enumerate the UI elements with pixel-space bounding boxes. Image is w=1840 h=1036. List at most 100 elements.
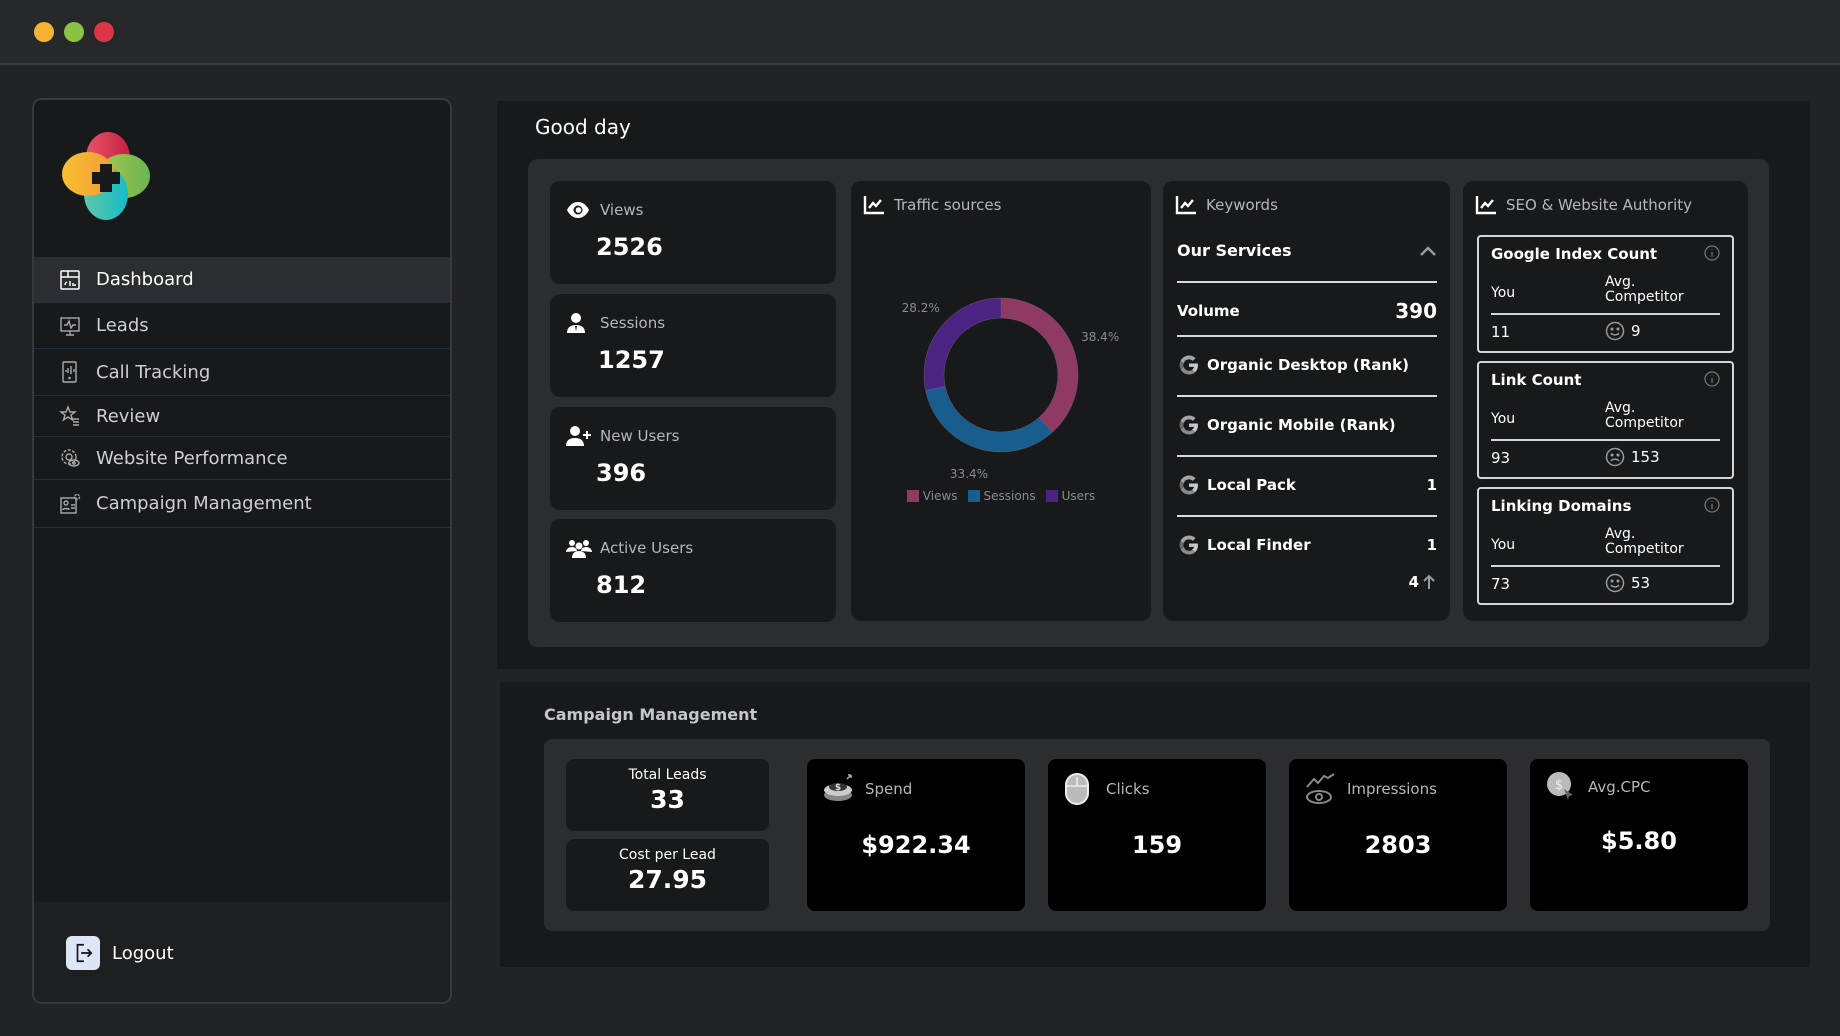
sidebar-nav: Dashboard Leads Call Tracking Review Web…	[34, 257, 450, 902]
seo-authority-card: SEO & Website Authority Google Index Cou…	[1463, 181, 1748, 621]
keyword-change: 4	[1409, 573, 1436, 591]
metric-label: Spend	[865, 780, 913, 798]
sidebar-item-call-tracking[interactable]: Call Tracking	[34, 349, 450, 396]
donut-slice-views[interactable]	[1000, 297, 1079, 433]
logout-button[interactable]: Logout	[66, 936, 174, 970]
campaign-metrics-container: Total Leads 33 Cost per Lead 27.95 $ Spen…	[544, 739, 1770, 931]
metric-value: 2803	[1364, 831, 1432, 859]
sidebar-item-review[interactable]: Review	[34, 396, 450, 437]
campaign-management-panel: Campaign Management Total Leads 33 Cost …	[500, 682, 1810, 967]
divider	[1491, 565, 1720, 567]
donut-label-views: 38.4%	[1081, 329, 1120, 344]
app-logo-icon	[62, 132, 150, 220]
legend-label: Sessions	[983, 489, 1036, 503]
sidebar-item-label: Website Performance	[96, 447, 288, 469]
google-icon	[1179, 535, 1198, 555]
seo-box-title: Linking Domains	[1491, 497, 1632, 515]
stat-card-views: Views 2526	[550, 181, 836, 284]
user-plus-icon	[566, 425, 592, 447]
section-title: Our Services	[1177, 241, 1292, 260]
keywords-card: Keywords Our Services Volume 390 Organic…	[1163, 181, 1450, 621]
legend-item-views[interactable]: Views	[906, 489, 958, 503]
metric-value: $5.80	[1601, 827, 1677, 855]
volume-value: 390	[1395, 299, 1437, 323]
cost-per-lead-value: 27.95	[627, 865, 708, 894]
seo-box-title: Link Count	[1491, 371, 1582, 389]
seo-box-link-count: Link Count You Avg. Competitor 93 153	[1477, 361, 1734, 479]
metric-card-clicks: Clicks 159	[1048, 759, 1266, 911]
keyword-row: Local Finder 1	[1177, 515, 1437, 573]
sidebar-item-leads[interactable]: Leads	[34, 303, 450, 349]
sidebar-footer: Logout	[34, 902, 450, 1002]
seo-box-linking-domains: Linking Domains You Avg. Competitor 73 5…	[1477, 487, 1734, 605]
volume-label: Volume	[1177, 302, 1240, 320]
donut-slice-sessions[interactable]	[925, 386, 1053, 453]
info-icon[interactable]	[1704, 245, 1720, 261]
metric-label: Clicks	[1106, 780, 1150, 798]
sidebar-item-website-performance[interactable]: Website Performance	[34, 437, 450, 480]
smile-icon	[1605, 573, 1625, 593]
coin-cursor-icon: $	[1546, 771, 1578, 803]
mouse-icon	[1064, 773, 1096, 805]
sidebar-item-dashboard[interactable]: Dashboard	[34, 257, 450, 303]
legend-item-sessions[interactable]: Sessions	[967, 489, 1036, 503]
stat-label: Active Users	[600, 539, 694, 557]
stats-container: Views 2526 Sessions 1257 New Users 396 A…	[528, 159, 1769, 647]
stat-card-sessions: Sessions 1257	[550, 294, 836, 397]
legend-item-users[interactable]: Users	[1045, 489, 1096, 503]
divider	[1491, 313, 1720, 315]
section-title: Campaign Management	[544, 705, 758, 724]
you-label: You	[1491, 411, 1516, 427]
svg-text:$: $	[1555, 778, 1563, 793]
metric-card-spend: $ Spend $922.34	[807, 759, 1025, 911]
stat-card-active-users: Active Users 812	[550, 519, 836, 622]
google-icon	[1179, 475, 1198, 495]
eye-icon	[566, 199, 592, 221]
sidebar-item-label: Campaign Management	[96, 493, 312, 514]
stat-label: Sessions	[600, 314, 666, 332]
you-label: You	[1491, 537, 1516, 553]
you-value: 11	[1491, 323, 1511, 341]
sidebar-item-campaign-management[interactable]: Campaign Management	[34, 480, 450, 528]
line-chart-icon	[1475, 196, 1496, 215]
keyword-label: Local Pack	[1207, 476, 1296, 494]
metric-card-avg-cpc: $ Avg.CPC $5.80	[1530, 759, 1748, 911]
minimize-button[interactable]	[34, 22, 54, 42]
legend-swatch	[967, 490, 980, 502]
star-list-icon	[58, 404, 82, 428]
arrow-up-icon	[1423, 574, 1435, 589]
legend-label: Views	[922, 489, 958, 503]
keyword-value: 1	[1426, 476, 1437, 494]
divider	[1491, 439, 1720, 441]
card-title: SEO & Website Authority	[1506, 196, 1693, 214]
gear-eye-icon	[58, 446, 82, 470]
legend-label: Users	[1061, 489, 1096, 503]
avg-competitor-label: Avg. Competitor	[1605, 526, 1684, 557]
traffic-sources-card: Traffic sources 38.4% 33.4% 28.2% Views Ses…	[851, 181, 1151, 621]
avg-value: 53	[1631, 574, 1651, 592]
seo-box-title: Google Index Count	[1491, 245, 1658, 263]
keyword-value: 1	[1426, 536, 1437, 554]
stat-card-new-users: New Users 396	[550, 407, 836, 510]
card-title: Keywords	[1206, 196, 1278, 214]
logout-icon	[66, 936, 100, 970]
info-icon[interactable]	[1704, 371, 1720, 387]
keywords-section-toggle[interactable]: Our Services	[1177, 241, 1437, 260]
avg-value: 9	[1631, 322, 1641, 340]
page-greeting: Good day	[535, 115, 631, 139]
sidebar-item-label: Call Tracking	[96, 361, 211, 383]
chevron-up-icon	[1420, 245, 1436, 256]
logout-label: Logout	[112, 942, 174, 964]
maximize-button[interactable]	[64, 22, 84, 42]
keyword-row: Local Pack 1	[1177, 455, 1437, 513]
total-leads-card: Total Leads 33	[566, 759, 769, 831]
sad-face-icon	[1605, 447, 1625, 467]
money-coin-icon: $	[823, 773, 855, 805]
seo-box-google-index: Google Index Count You Avg. Competitor 1…	[1477, 235, 1734, 353]
google-icon	[1179, 355, 1198, 375]
close-button[interactable]	[94, 22, 114, 42]
cost-per-lead-label: Cost per Lead	[619, 847, 716, 863]
traffic-donut-chart	[923, 297, 1079, 453]
avg-competitor-label: Avg. Competitor	[1605, 274, 1684, 305]
info-icon[interactable]	[1704, 497, 1720, 513]
